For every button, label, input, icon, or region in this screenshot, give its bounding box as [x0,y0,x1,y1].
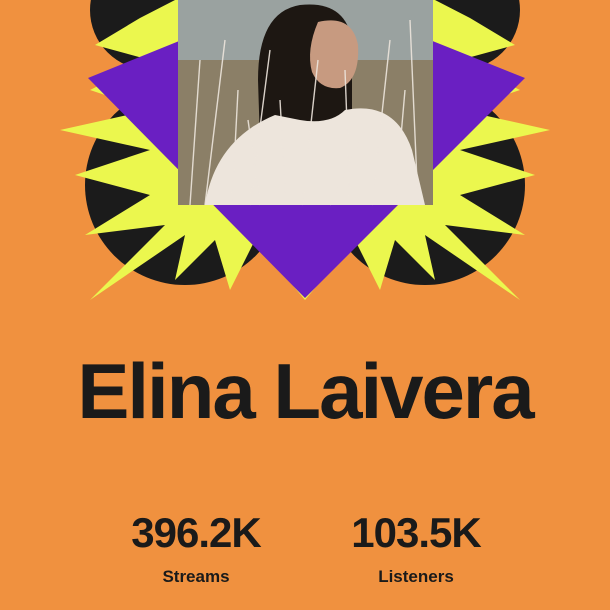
stat-listeners: 103.5K Listeners [316,509,516,586]
streams-label: Streams [162,567,230,586]
artist-name: Elina Laivera [77,347,534,435]
listeners-label: Listeners [378,567,454,586]
photo-face [310,20,359,89]
artist-photo [178,0,433,206]
streams-value: 396.2K [131,509,261,556]
listeners-value: 103.5K [351,509,481,556]
cover-art [60,0,550,300]
stat-streams: 396.2K Streams [96,509,296,586]
artist-stats-card: Elina Laivera 396.2K Streams 103.5K List… [0,0,610,610]
